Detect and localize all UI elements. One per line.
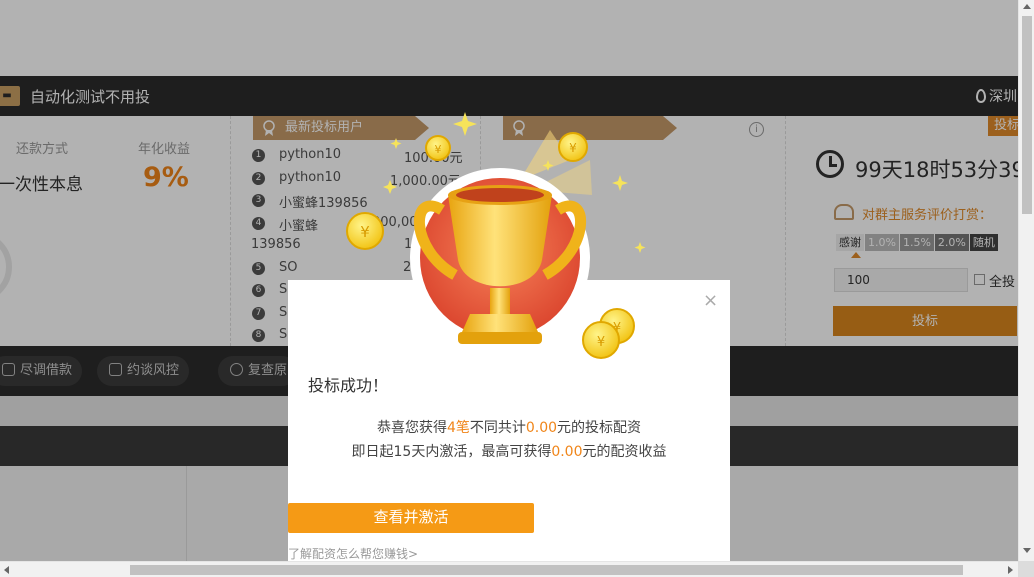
coin-icon: ¥ [346,212,384,250]
amount-highlight: 0.00 [525,420,558,436]
svg-text:¥: ¥ [435,143,442,156]
learn-more-link[interactable]: 了解配资怎么帮您赚钱> [288,545,418,562]
text: 元的投标配资 [557,420,642,436]
scroll-thumb[interactable] [1022,16,1032,214]
scroll-up-icon[interactable] [1023,4,1031,9]
scroll-left-icon[interactable] [4,566,9,574]
scroll-down-icon[interactable] [1023,548,1031,553]
modal-message: 恭喜您获得4笔不同共计0.00元的投标配资 即日起15天内激活，最高可获得0.0… [288,416,730,464]
modal-title: 投标成功！ [308,376,389,395]
scroll-thumb[interactable] [130,565,963,575]
view-activate-button[interactable]: 查看并激活 [288,503,534,533]
text: 即日起15天内激活，最高可获得 [351,444,552,460]
vertical-scrollbar[interactable] [1018,0,1034,561]
message-line-1: 恭喜您获得4笔不同共计0.00元的投标配资 [288,416,730,440]
scroll-right-icon[interactable] [1008,566,1013,574]
text: 不同共计 [469,420,526,436]
horizontal-scrollbar[interactable] [0,561,1018,577]
text: 元的配资收益 [582,444,667,460]
amount-highlight: 0.00 [551,444,583,460]
trophy-icon: ¥ ¥ ¥ ¥ ¥ [346,112,646,359]
text: 恭喜您获得 [376,420,447,436]
svg-text:¥: ¥ [360,223,370,241]
message-line-2: 即日起15天内激活，最高可获得0.00元的配资收益 [288,440,730,464]
close-icon[interactable]: × [703,290,718,311]
scroll-corner [1018,561,1034,577]
svg-text:¥: ¥ [597,335,605,350]
svg-text:¥: ¥ [569,141,577,155]
count-highlight: 4笔 [446,420,470,436]
